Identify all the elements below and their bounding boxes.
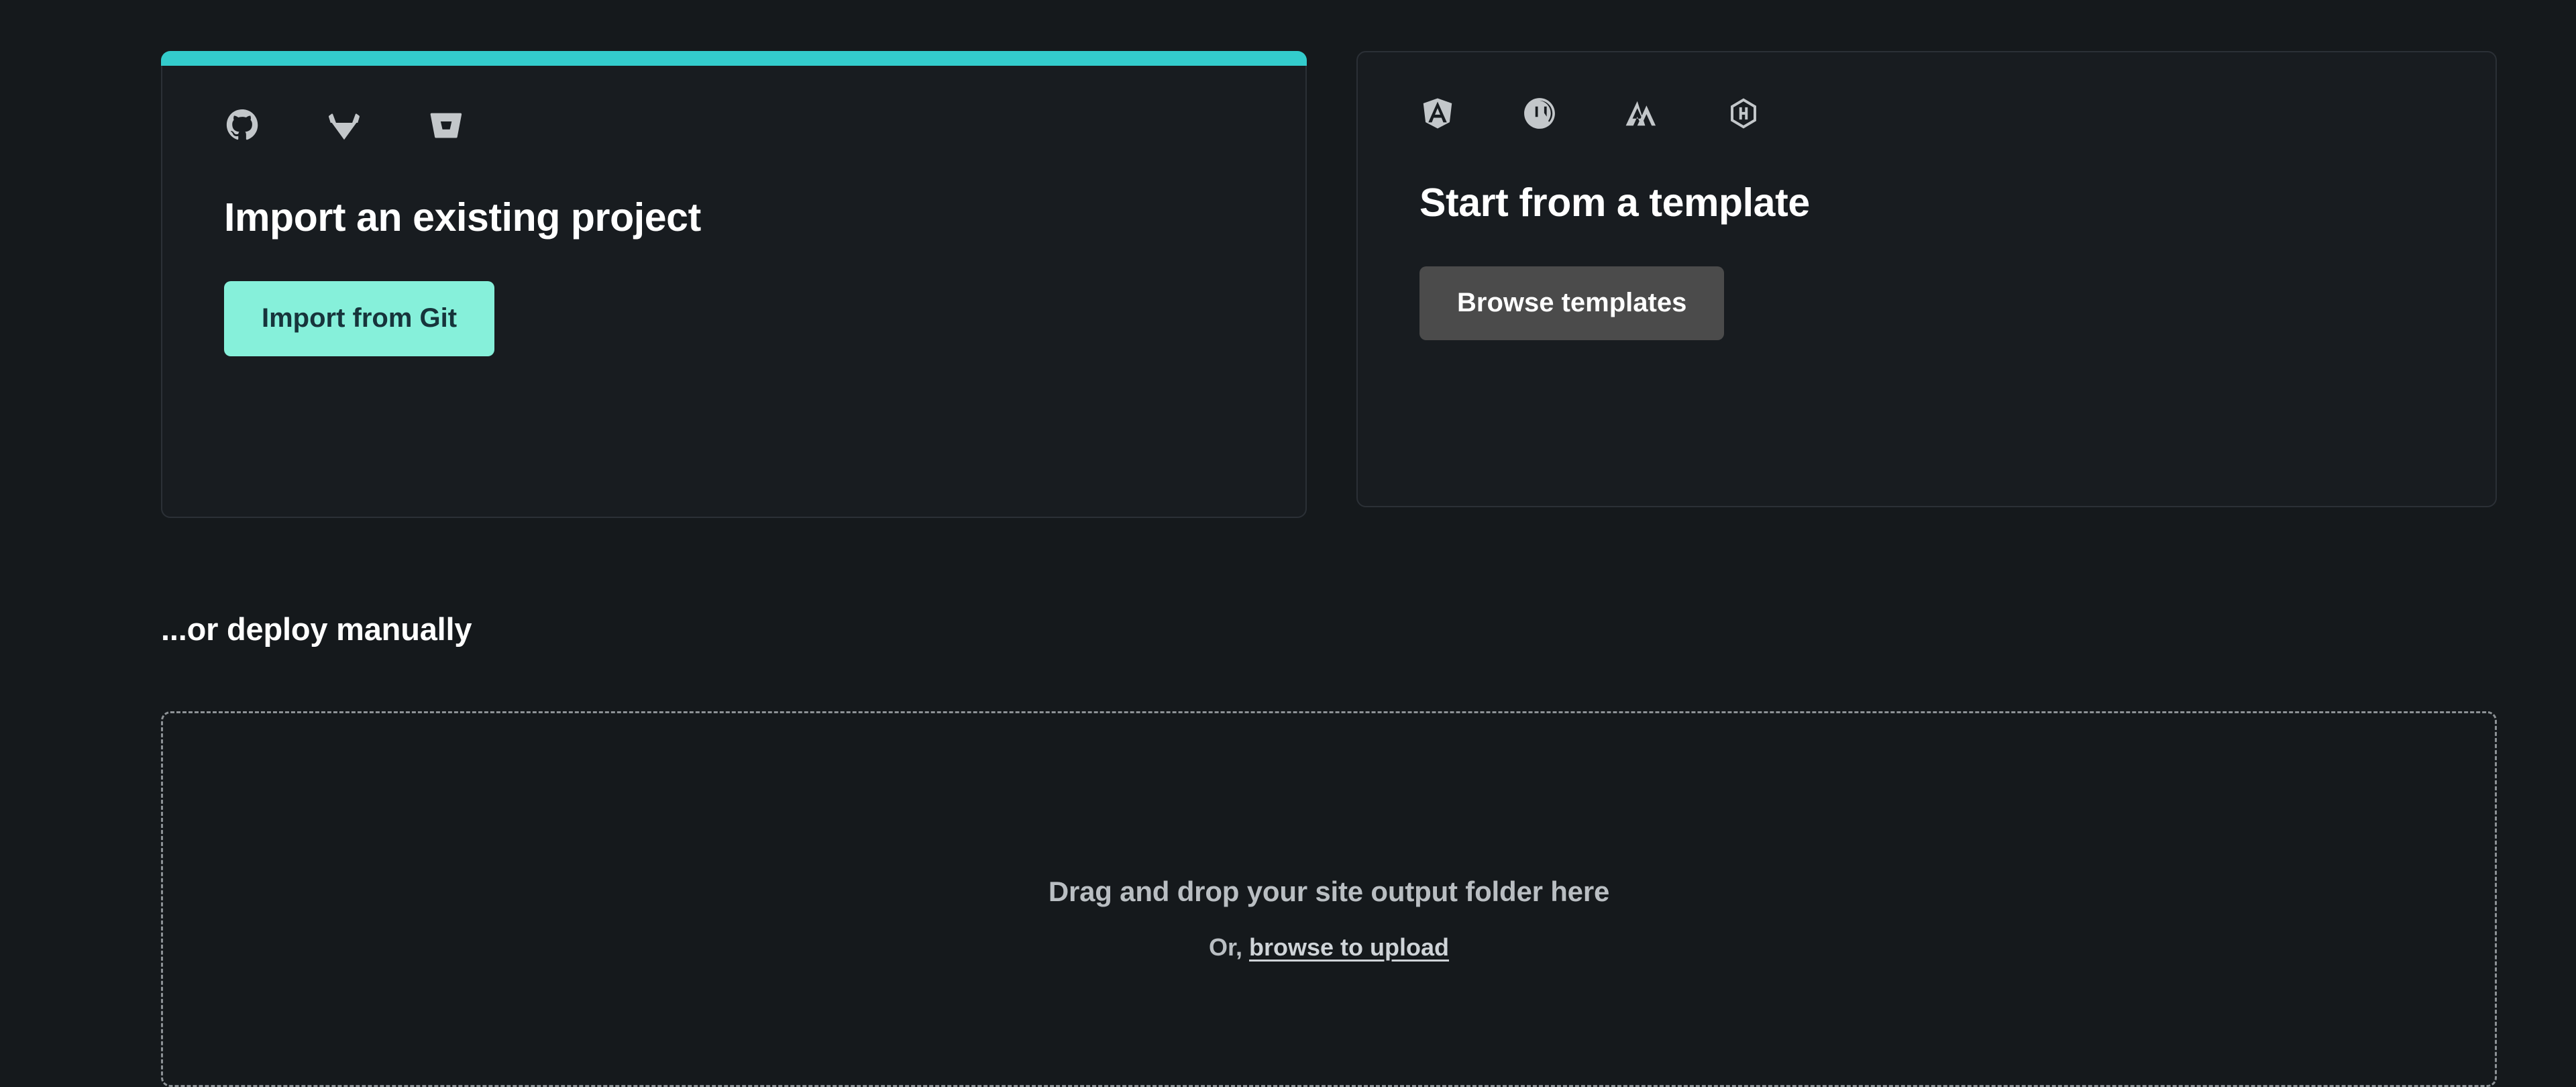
github-icon bbox=[224, 107, 260, 144]
gitlab-icon bbox=[326, 107, 362, 144]
dropzone-subtitle: Or, browse to upload bbox=[1209, 908, 1449, 962]
file-dropzone[interactable]: Drag and drop your site output folder he… bbox=[161, 711, 2497, 1087]
dropzone-subtitle-prefix: Or, bbox=[1208, 933, 1249, 961]
template-card-title: Start from a template bbox=[1419, 180, 1810, 225]
card-accent-bar bbox=[161, 51, 1307, 66]
import-card-title: Import an existing project bbox=[224, 195, 701, 240]
options-card-row: Import an existing project Import from G… bbox=[161, 51, 2497, 518]
import-project-card[interactable]: Import an existing project Import from G… bbox=[161, 51, 1307, 518]
browse-to-upload-link[interactable]: browse to upload bbox=[1249, 933, 1449, 961]
framework-icon-strip bbox=[1419, 94, 2434, 133]
angular-icon bbox=[1419, 95, 1456, 132]
template-card-body: Start from a template Browse templates bbox=[1358, 52, 2496, 340]
gatsby-icon bbox=[1623, 95, 1660, 132]
start-from-template-card[interactable]: Start from a template Browse templates bbox=[1356, 51, 2497, 507]
browse-templates-button[interactable]: Browse templates bbox=[1419, 266, 1725, 340]
deploy-options-page: Import an existing project Import from G… bbox=[0, 0, 2576, 1087]
bitbucket-icon bbox=[428, 107, 464, 144]
manual-deploy-heading: ...or deploy manually bbox=[161, 611, 472, 647]
import-from-git-button[interactable]: Import from Git bbox=[224, 280, 495, 356]
nextjs-icon bbox=[1521, 95, 1558, 132]
git-provider-icon-strip bbox=[224, 106, 1244, 145]
dropzone-title: Drag and drop your site output folder he… bbox=[1048, 876, 1610, 907]
hugo-icon bbox=[1725, 95, 1762, 132]
import-card-body: Import an existing project Import from G… bbox=[162, 52, 1305, 356]
